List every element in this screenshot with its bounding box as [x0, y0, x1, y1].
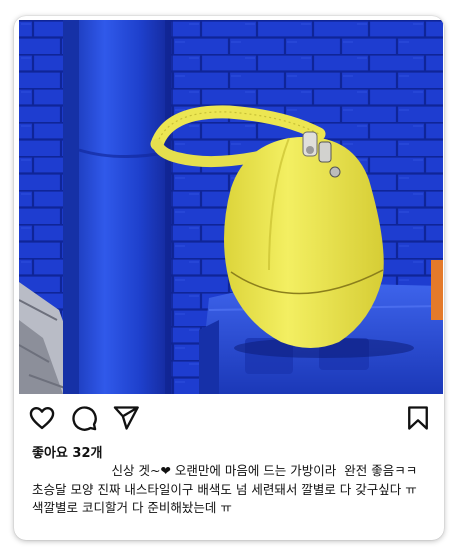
comment-icon[interactable] — [70, 404, 98, 432]
post-photo[interactable] — [19, 20, 443, 394]
heart-icon[interactable] — [28, 404, 56, 432]
likes-count[interactable]: 좋아요 32개 — [32, 442, 102, 461]
post-caption: 신상 겟~❤ 오랜만에 마음에 드는 가방이라 완전 좋음ㅋㅋ 초승달 모양 진… — [32, 463, 418, 515]
paper-plane-icon[interactable] — [112, 404, 140, 432]
post-card: 좋아요 32개 신상 겟~❤ 오랜만에 마음에 드는 가방이라 완전 좋음ㅋㅋ … — [14, 16, 444, 540]
action-bar — [14, 400, 444, 436]
bookmark-icon[interactable] — [404, 404, 432, 432]
